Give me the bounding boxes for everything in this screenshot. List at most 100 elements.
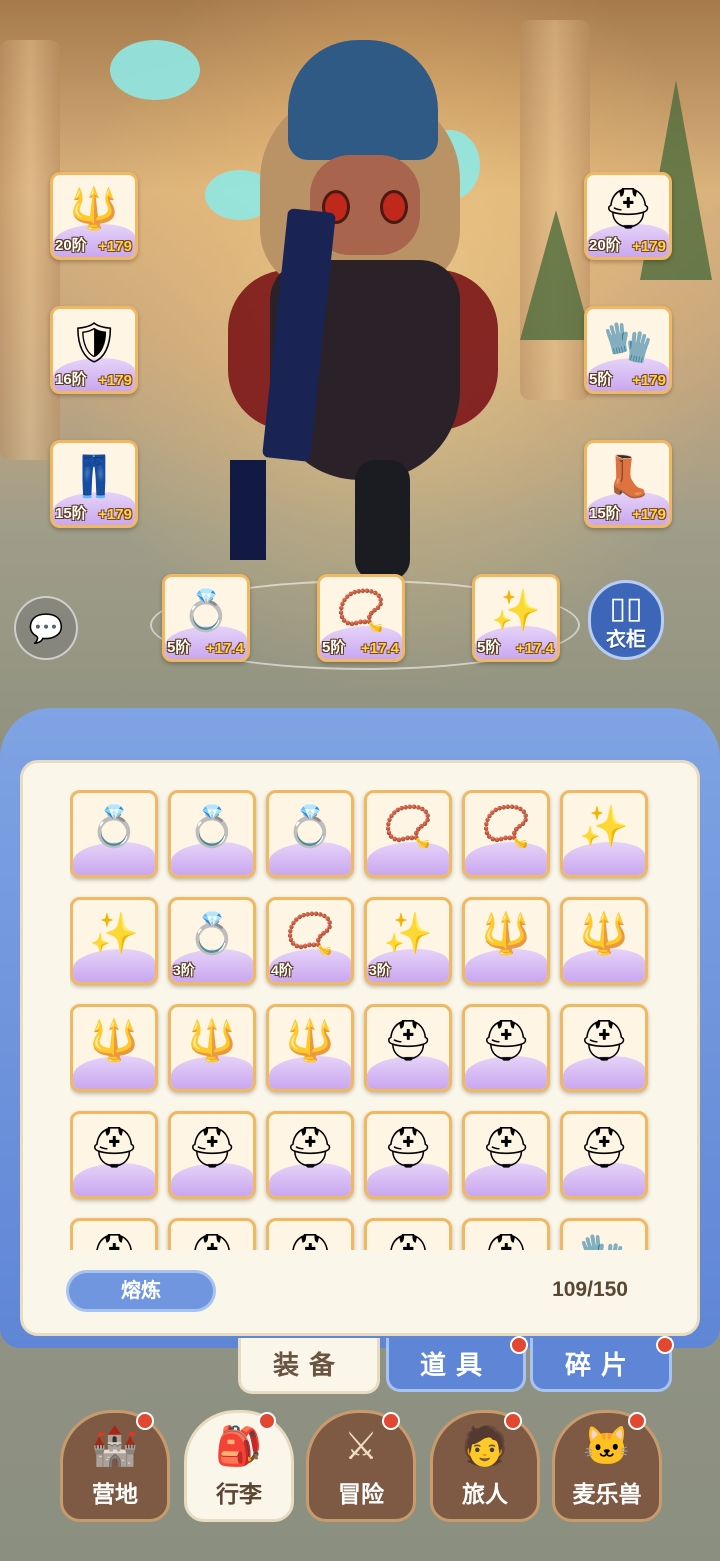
helmet-icon: ⛑: [89, 1235, 140, 1250]
item-tier: 3阶: [369, 962, 391, 978]
helmet-icon: ⛑: [480, 1126, 532, 1171]
slot-tier: 5阶: [477, 639, 501, 656]
slot-bonus: +179: [98, 238, 132, 255]
inventory-item[interactable]: ⛑: [560, 1111, 648, 1199]
equip-slot-necklace[interactable]: 📿 5阶 +17.4: [317, 574, 405, 662]
staff-icon: 🔱: [69, 187, 119, 232]
inventory-item[interactable]: ⛑: [364, 1004, 452, 1092]
inventory-item[interactable]: ⛑: [168, 1218, 256, 1250]
character-hat: [288, 40, 438, 160]
inventory-item[interactable]: 🔱: [266, 1004, 354, 1092]
slot-tier: 15阶: [55, 505, 87, 522]
equip-slot-helmet[interactable]: ⛑ 20阶 +179: [584, 172, 672, 260]
tab-label: 装备: [272, 1350, 345, 1380]
nav-camp[interactable]: 🏰 营地: [60, 1410, 170, 1522]
chat-button[interactable]: 💬: [14, 596, 78, 660]
helmet-icon: ⛑: [88, 1126, 140, 1171]
inventory-item[interactable]: ⛑: [462, 1004, 550, 1092]
gloves-icon: 🧤: [579, 1235, 629, 1250]
slot-tier: 20阶: [589, 237, 621, 254]
armor-icon: 🛡: [68, 321, 120, 366]
pendant-icon: ✨: [89, 912, 139, 957]
ring-icon: 💍: [181, 589, 231, 634]
pendant-icon: ✨: [579, 805, 629, 850]
inventory-item[interactable]: 💍: [70, 790, 158, 878]
equip-slot-ring[interactable]: 💍 5阶 +17.4: [162, 574, 250, 662]
inventory-item[interactable]: 🔱: [70, 1004, 158, 1092]
inventory-item[interactable]: 🔱: [560, 897, 648, 985]
inventory-item[interactable]: ⛑: [560, 1004, 648, 1092]
helmet-icon: ⛑: [383, 1235, 434, 1250]
slot-bonus: +17.4: [361, 640, 399, 657]
nav-traveler[interactable]: 🧑 旅人: [430, 1410, 540, 1522]
helmet-icon: ⛑: [382, 1019, 434, 1064]
smelt-button[interactable]: 熔炼: [66, 1270, 216, 1312]
inventory-item[interactable]: ✨: [70, 897, 158, 985]
helmet-icon: ⛑: [285, 1235, 336, 1250]
wardrobe-label: 衣柜: [606, 629, 646, 651]
necklace-icon: 📿: [285, 912, 335, 957]
inventory-item[interactable]: ⛑: [462, 1111, 550, 1199]
equip-slot-armor[interactable]: 🛡 16阶 +179: [50, 306, 138, 394]
character-legs: [355, 460, 410, 580]
inventory-item[interactable]: ⛑: [70, 1111, 158, 1199]
notification-dot: [628, 1412, 646, 1430]
inventory-item[interactable]: ✨: [560, 790, 648, 878]
equip-slot-pendant[interactable]: ✨ 5阶 +17.4: [472, 574, 560, 662]
tab-items[interactable]: 道具: [386, 1338, 526, 1392]
inventory-item[interactable]: 🔱: [168, 1004, 256, 1092]
equip-slot-pants[interactable]: 👖 15阶 +179: [50, 440, 138, 528]
bag-icon: 🎒: [215, 1426, 263, 1468]
inventory-item[interactable]: 📿: [462, 790, 550, 878]
inventory-capacity: 109/150: [552, 1278, 628, 1301]
inventory-item[interactable]: 📿: [364, 790, 452, 878]
inventory-item[interactable]: 💍: [168, 790, 256, 878]
inventory-item[interactable]: ⛑: [364, 1218, 452, 1250]
slot-tier: 16阶: [55, 371, 87, 388]
pendant-icon: ✨: [491, 589, 541, 634]
necklace-icon: 📿: [481, 805, 531, 850]
slot-bonus: +179: [98, 372, 132, 389]
slot-tier: 5阶: [167, 639, 191, 656]
gloves-icon: 🧤: [603, 321, 653, 366]
equip-slot-weapon[interactable]: 🔱 20阶 +179: [50, 172, 138, 260]
notification-dot: [504, 1412, 522, 1430]
inventory-item[interactable]: ⛑: [266, 1111, 354, 1199]
pine-tree: [520, 210, 592, 340]
player-character[interactable]: [110, 20, 520, 580]
inventory-item[interactable]: 🔱: [462, 897, 550, 985]
slot-tier: 5阶: [322, 639, 346, 656]
inventory-item[interactable]: ⛑: [462, 1218, 550, 1250]
nav-luggage[interactable]: 🎒 行李: [184, 1410, 294, 1522]
ring-icon: 💍: [89, 805, 139, 850]
equip-slot-gloves[interactable]: 🧤 5阶 +179: [584, 306, 672, 394]
ring-icon: 💍: [285, 805, 335, 850]
necklace-icon: 📿: [383, 805, 433, 850]
equip-slot-boots[interactable]: 👢 15阶 +179: [584, 440, 672, 528]
inventory-item[interactable]: 💍: [266, 790, 354, 878]
staff-icon: 🔱: [481, 912, 531, 957]
inventory-item[interactable]: 📿 4阶: [266, 897, 354, 985]
wardrobe-button[interactable]: ▯▯ 衣柜: [588, 580, 664, 660]
helmet-icon: ⛑: [578, 1019, 630, 1064]
tab-fragments[interactable]: 碎片: [530, 1338, 672, 1392]
staff-icon: 🔱: [285, 1019, 335, 1064]
inventory-item[interactable]: ⛑: [70, 1218, 158, 1250]
inventory-item[interactable]: ✨ 3阶: [364, 897, 452, 985]
inventory-item[interactable]: ⛑: [266, 1218, 354, 1250]
character-eye: [380, 190, 408, 224]
pendant-icon: ✨: [383, 912, 433, 957]
inventory-item[interactable]: ⛑: [364, 1111, 452, 1199]
ring-icon: 💍: [187, 912, 237, 957]
nav-adventure[interactable]: ⚔ 冒险: [306, 1410, 416, 1522]
tab-equipment[interactable]: 装备: [238, 1338, 380, 1394]
inventory-item[interactable]: 💍 3阶: [168, 897, 256, 985]
inventory-item[interactable]: 🧤: [560, 1218, 648, 1250]
boots-icon: 👢: [603, 455, 653, 500]
inventory-item[interactable]: ⛑: [168, 1111, 256, 1199]
helmet-icon: ⛑: [186, 1126, 238, 1171]
notification-dot: [258, 1412, 276, 1430]
nav-beast[interactable]: 🐱 麦乐兽: [552, 1410, 662, 1522]
inventory-grid[interactable]: 💍 💍 💍 📿 📿 ✨ ✨ 💍 3阶 📿 4阶 ✨ 3阶 🔱 🔱 🔱 🔱 🔱 ⛑ ⛑ ⛑ ⛑ ⛑ ⛑ ⛑ ⛑ ⛑ ⛑ ⛑ ⛑ ⛑ ⛑ 🧤: [70, 790, 654, 1250]
helmet-icon: ⛑: [187, 1235, 238, 1250]
